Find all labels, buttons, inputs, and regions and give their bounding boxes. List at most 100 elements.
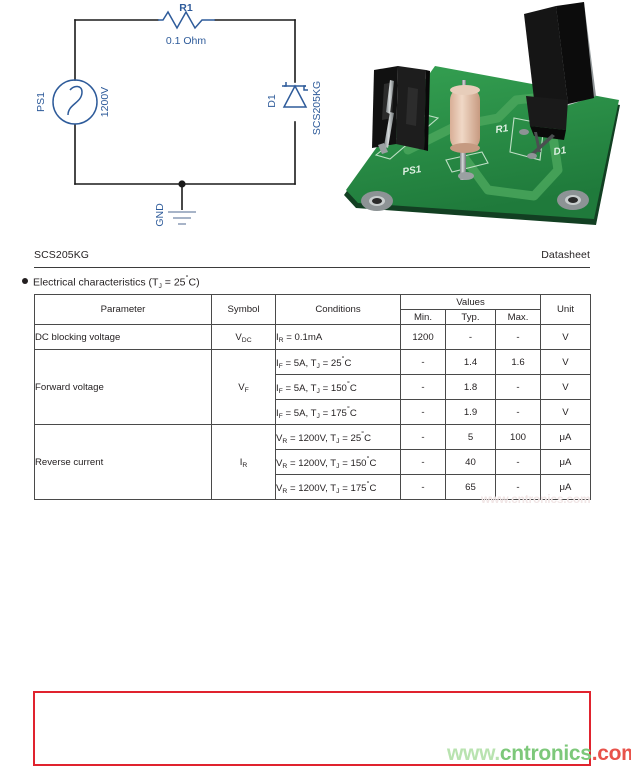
resistor-value-label: 0.1 Ohm bbox=[166, 35, 207, 47]
subscript: F bbox=[278, 388, 283, 396]
cell-max: - bbox=[495, 399, 541, 425]
reverse-current-highlight-box bbox=[33, 691, 591, 766]
degree-symbol: ° bbox=[361, 428, 365, 438]
subscript: J bbox=[316, 388, 320, 396]
ground-label: GND bbox=[154, 203, 166, 227]
table-header-row: Parameter Symbol Conditions Values Unit bbox=[34, 294, 591, 325]
watermark-part-b: cntronics bbox=[499, 742, 592, 765]
cell-max: - bbox=[495, 324, 541, 350]
bullet-icon bbox=[22, 278, 28, 285]
column-header-unit: Unit bbox=[540, 294, 591, 325]
cell-conditions: IF = 5A, TJ = 175°C bbox=[275, 399, 401, 425]
subscript: DC bbox=[241, 336, 252, 344]
cell-min: 1200 bbox=[400, 324, 446, 350]
subscript: R bbox=[282, 488, 288, 496]
cell-conditions: VR = 1200V, TJ = 25°C bbox=[275, 424, 401, 450]
watermark-part-a: www. bbox=[447, 742, 500, 765]
subscript: J bbox=[336, 438, 340, 446]
subscript: J bbox=[316, 413, 320, 421]
cell-min: - bbox=[400, 399, 446, 425]
cell-parameter: Reverse current bbox=[34, 424, 212, 500]
column-header-conditions: Conditions bbox=[275, 294, 401, 325]
watermark-part-c: .com bbox=[591, 742, 631, 765]
pcb-label-d1: D1 bbox=[553, 145, 568, 158]
ground-symbol bbox=[178, 180, 186, 210]
circuit-schematic: R1 0.1 Ohm PS1 1200V D1 SCS205KG GND bbox=[0, 0, 340, 243]
subscript: F bbox=[278, 413, 283, 421]
cell-unit: μA bbox=[540, 449, 591, 475]
subscript: F bbox=[244, 386, 249, 394]
cell-symbol: VF bbox=[211, 349, 276, 425]
degree-symbol: ° bbox=[341, 353, 345, 363]
section-title: Electrical characteristics (TJ = 25°C) bbox=[22, 273, 200, 290]
cell-conditions: IF = 5A, TJ = 150°C bbox=[275, 374, 401, 400]
cell-min: - bbox=[400, 449, 446, 475]
cell-unit: μA bbox=[540, 474, 591, 500]
resistor-ref-label: R1 bbox=[179, 2, 193, 14]
table-row: Reverse current IR VR = 1200V, TJ = 25°C -5… bbox=[34, 424, 591, 500]
column-header-max: Max. bbox=[495, 309, 541, 325]
pcb-connector-ps1 bbox=[372, 66, 430, 154]
subscript: J bbox=[336, 488, 340, 496]
cell-min: - bbox=[400, 474, 446, 500]
subscript: F bbox=[278, 363, 283, 371]
cell-max: - bbox=[495, 449, 541, 475]
cell-typ: 1.8 bbox=[445, 374, 496, 400]
degree-symbol: ° bbox=[366, 478, 370, 488]
cell-symbol: VDC bbox=[211, 324, 276, 350]
pcb-label-r1: R1 bbox=[495, 123, 510, 136]
subscript: J bbox=[316, 363, 320, 371]
datasheet-doc-type: Datasheet bbox=[541, 249, 590, 261]
table-body: DC blocking voltage VDC IR = 0.1mA 1200- - V F… bbox=[34, 324, 591, 500]
subscript: J bbox=[336, 463, 340, 471]
cell-min: - bbox=[400, 374, 446, 400]
cell-unit: V bbox=[540, 349, 591, 375]
cell-min: - bbox=[400, 349, 446, 375]
cell-unit: V bbox=[540, 374, 591, 400]
cell-typ: 1.4 bbox=[445, 349, 496, 375]
degree-symbol: ° bbox=[346, 403, 350, 413]
cell-conditions: IR = 0.1mA bbox=[275, 324, 401, 350]
cell-conditions: VR = 1200V, TJ = 150°C bbox=[275, 449, 401, 475]
column-header-typ: Typ. bbox=[445, 309, 496, 325]
cell-typ: 40 bbox=[445, 449, 496, 475]
cell-max: 1.6 bbox=[495, 349, 541, 375]
subscript: R bbox=[278, 336, 284, 344]
cell-parameter: Forward voltage bbox=[34, 349, 212, 425]
cell-unit: μA bbox=[540, 424, 591, 450]
source-ref-label: PS1 bbox=[35, 92, 47, 112]
cell-symbol: IR bbox=[211, 424, 276, 500]
subscript: R bbox=[282, 463, 288, 471]
column-header-min: Min. bbox=[400, 309, 446, 325]
table-row: DC blocking voltage VDC IR = 0.1mA 1200- - V bbox=[34, 324, 591, 350]
degree-symbol: ° bbox=[346, 378, 350, 388]
diode-part-label: SCS205KG bbox=[311, 81, 323, 135]
cell-typ: 1.9 bbox=[445, 399, 496, 425]
resistor-symbol bbox=[158, 10, 215, 30]
cell-unit: V bbox=[540, 324, 591, 350]
degree-symbol: ° bbox=[185, 273, 189, 282]
cell-unit: V bbox=[540, 399, 591, 425]
subscript: R bbox=[242, 461, 248, 469]
column-header-parameter: Parameter bbox=[34, 294, 212, 325]
datasheet-part-number: SCS205KG bbox=[34, 249, 90, 261]
column-header-values: Values bbox=[400, 294, 541, 310]
cell-typ: 5 bbox=[445, 424, 496, 450]
source-value-label: 1200V bbox=[99, 87, 111, 117]
datasheet-excerpt: SCS205KG Datasheet Electrical characteri… bbox=[0, 243, 631, 766]
watermark-bottom: www.cntronics.com bbox=[447, 742, 631, 766]
electrical-characteristics-table: Parameter Symbol Conditions Values Unit … bbox=[34, 294, 591, 500]
cell-parameter: DC blocking voltage bbox=[34, 324, 212, 350]
voltage-source-symbol bbox=[52, 79, 98, 125]
top-illustration-area: R1 0.1 Ohm PS1 1200V D1 SCS205KG GND PS1… bbox=[0, 0, 631, 243]
diode-symbol bbox=[282, 82, 308, 108]
column-header-symbol: Symbol bbox=[211, 294, 276, 325]
degree-symbol: ° bbox=[366, 453, 370, 463]
cell-conditions: VR = 1200V, TJ = 175°C bbox=[275, 474, 401, 500]
cell-typ: 65 bbox=[445, 474, 496, 500]
cell-typ: - bbox=[445, 324, 496, 350]
section-title-text: Electrical characteristics (TJ = 25°C) bbox=[33, 273, 200, 290]
datasheet-header: SCS205KG Datasheet bbox=[34, 249, 590, 268]
subscript: R bbox=[282, 438, 288, 446]
cell-max: - bbox=[495, 374, 541, 400]
